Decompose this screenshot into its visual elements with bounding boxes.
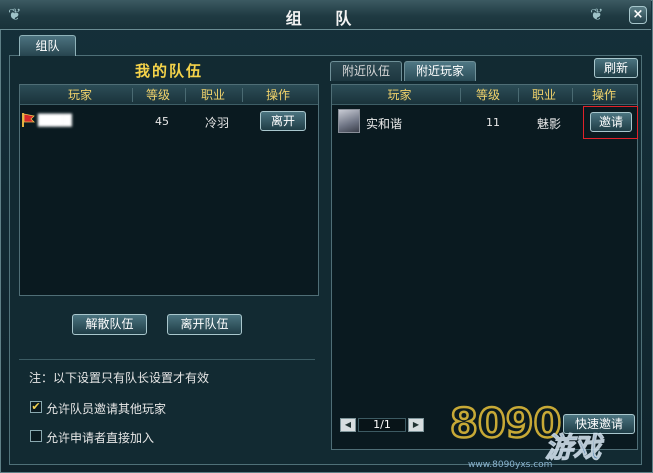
page-next-button[interactable]: ▶ <box>408 418 424 432</box>
window-title: 组 队 <box>285 9 366 28</box>
tab-team[interactable]: 组队 <box>19 35 76 56</box>
column-header-level: 等级 <box>475 88 500 102</box>
allow-member-invite-label: 允许队员邀请其他玩家 <box>46 402 167 416</box>
refresh-button[interactable]: 刷新 <box>594 58 638 78</box>
settings-note: 注：以下设置只有队长设置才有效 <box>29 371 210 385</box>
watermark-site: www.8090yxs.com <box>468 460 552 470</box>
nearby-row-level: 11 <box>486 116 500 129</box>
leave-button[interactable]: 离开 <box>260 111 306 131</box>
my-team-row-class: 冷羽 <box>204 116 229 130</box>
column-header-class: 职业 <box>531 88 556 102</box>
page-indicator: 1/1 <box>358 418 406 432</box>
invite-highlight-box <box>583 106 638 139</box>
my-team-row-level: 45 <box>155 115 169 128</box>
section-divider <box>19 359 315 360</box>
close-button[interactable]: × <box>629 6 647 24</box>
column-header-player: 玩家 <box>387 88 412 102</box>
column-header-player: 玩家 <box>67 88 92 102</box>
allow-member-invite-checkbox[interactable]: ✔ <box>30 401 42 413</box>
nearby-row-class: 魅影 <box>536 117 561 131</box>
page-prev-button[interactable]: ◀ <box>340 418 356 432</box>
tab-nearby-teams[interactable]: 附近队伍 <box>330 61 402 81</box>
column-header-action: 操作 <box>265 88 290 102</box>
allow-direct-join-checkbox[interactable] <box>30 430 42 442</box>
disband-team-button[interactable]: 解散队伍 <box>72 314 147 335</box>
nearby-row-player: 实和谐 <box>366 117 403 131</box>
tab-nearby-players[interactable]: 附近玩家 <box>404 61 476 81</box>
my-team-title: 我的队伍 <box>134 62 203 80</box>
column-header-action: 操作 <box>591 88 616 102</box>
site-watermark-logo: 8090 游戏 www.8090yxs.com <box>449 395 650 470</box>
column-header-class: 职业 <box>200 88 225 102</box>
player-avatar <box>338 109 360 133</box>
leave-team-button[interactable]: 离开队伍 <box>167 314 242 335</box>
allow-direct-join-label: 允许申请者直接加入 <box>46 431 155 445</box>
my-team-row-player: ████ <box>38 114 72 127</box>
watermark-tagline: 游戏 <box>545 431 605 464</box>
team-leader-flag-icon <box>21 112 35 128</box>
column-header-level: 等级 <box>145 88 170 102</box>
